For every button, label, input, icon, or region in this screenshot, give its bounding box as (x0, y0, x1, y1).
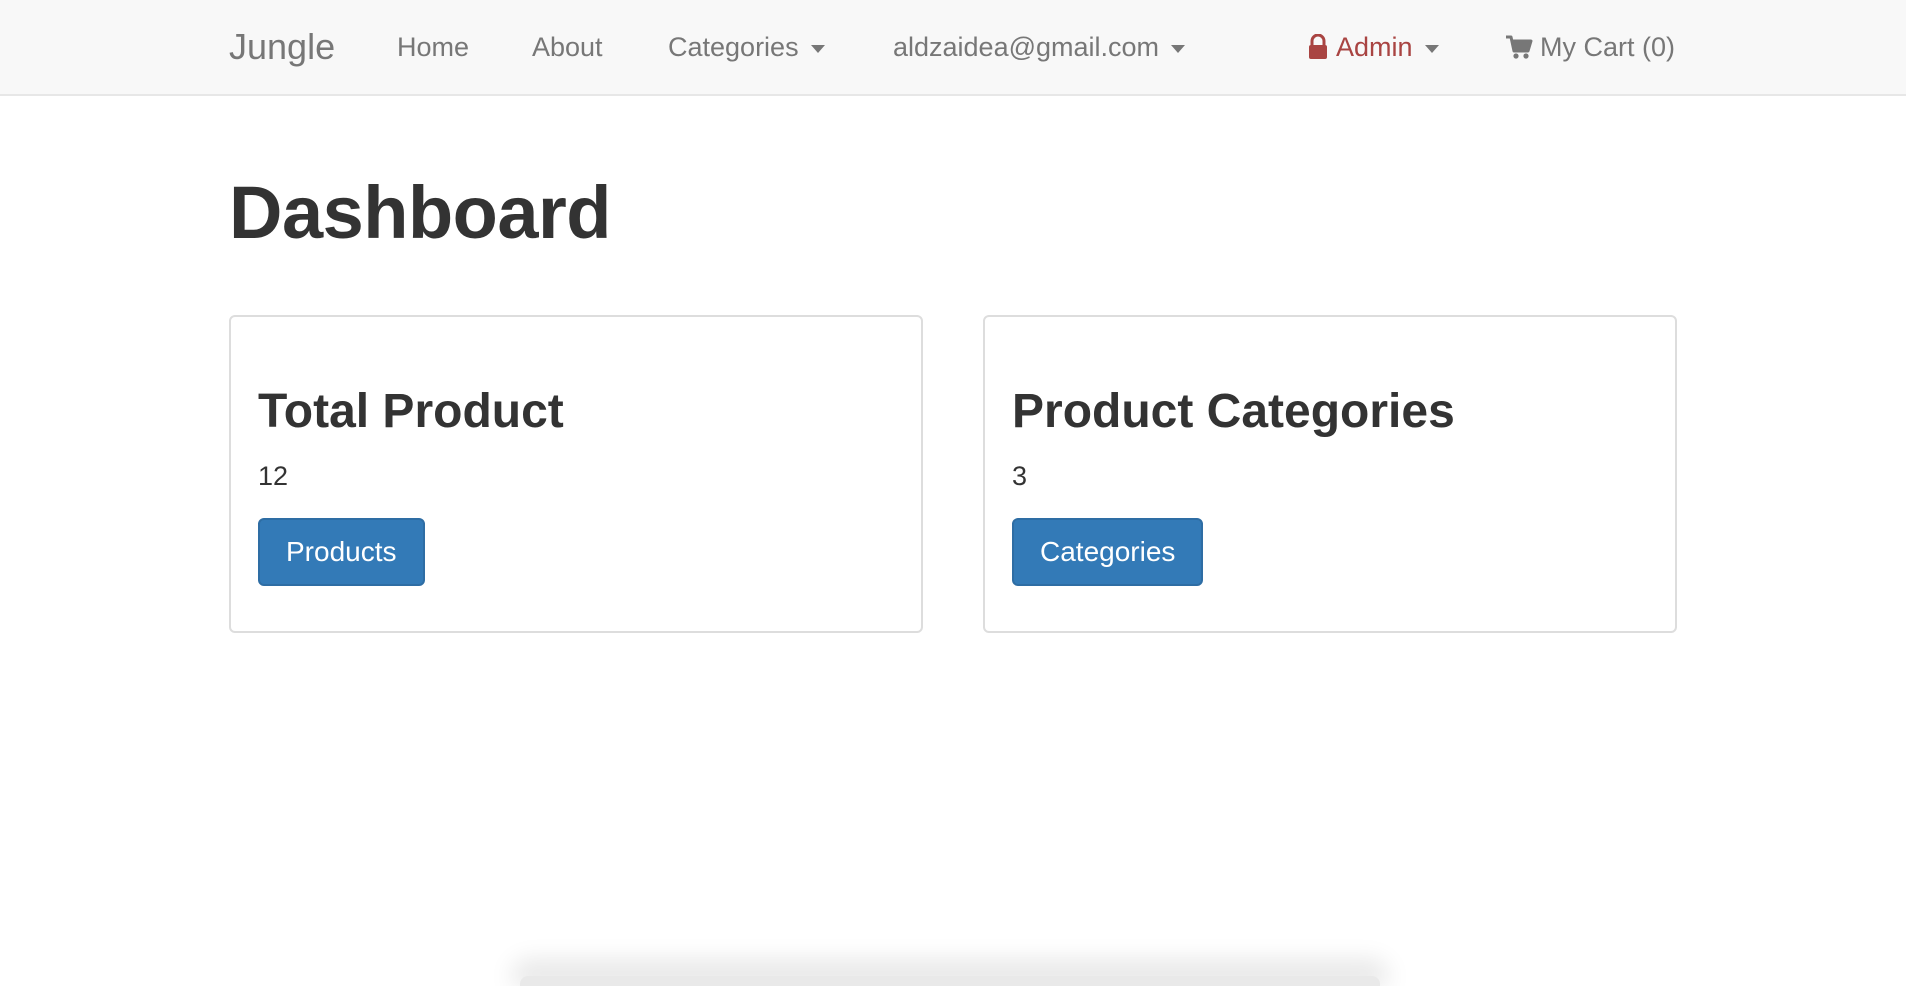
products-button[interactable]: Products (258, 518, 425, 586)
nav-admin-dropdown[interactable]: Admin (1308, 0, 1439, 94)
bottom-shadow (520, 976, 1380, 986)
nav-cart-link[interactable]: My Cart (0) (1505, 0, 1675, 94)
nav-user-dropdown[interactable]: aldzaidea@gmail.com (893, 0, 1186, 94)
product-count: 12 (258, 461, 289, 491)
panel-title: Total Product (258, 385, 564, 438)
nav-home-link[interactable]: Home (397, 0, 469, 94)
chevron-down-icon (810, 44, 825, 53)
product-categories-panel: Product Categories 3 Categories (983, 315, 1677, 633)
page-title: Dashboard (229, 171, 612, 254)
total-product-panel: Total Product 12 Products (229, 315, 923, 633)
brand-link[interactable]: Jungle (229, 0, 335, 94)
chevron-down-icon (1171, 44, 1186, 53)
category-count: 3 (1012, 461, 1028, 491)
chevron-down-icon (1424, 44, 1439, 53)
nav-categories-label: Categories (668, 31, 799, 62)
top-navbar: Jungle Home About Categories aldzaidea@g… (0, 0, 1906, 96)
nav-categories-dropdown[interactable]: Categories (668, 0, 825, 94)
nav-user-email: aldzaidea@gmail.com (893, 31, 1160, 62)
nav-cart-label: My Cart (0) (1540, 31, 1675, 62)
nav-about-link[interactable]: About (532, 0, 603, 94)
shopping-cart-icon (1506, 35, 1533, 59)
panel-title: Product Categories (1012, 385, 1455, 438)
nav-admin-label: Admin (1336, 31, 1413, 62)
lock-icon (1309, 34, 1327, 59)
categories-button[interactable]: Categories (1012, 518, 1204, 586)
